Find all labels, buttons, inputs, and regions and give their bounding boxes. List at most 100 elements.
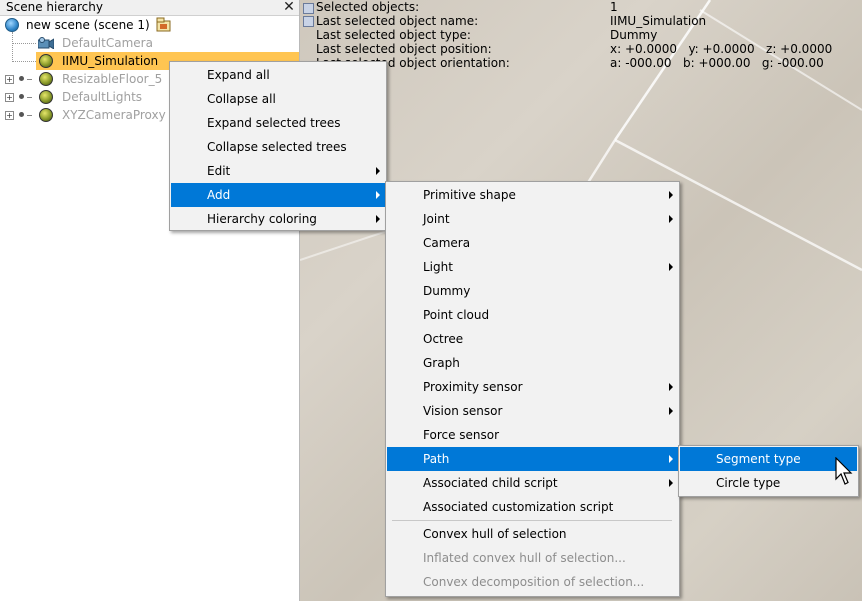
dummy-icon bbox=[39, 54, 53, 68]
menu-item-label: Graph bbox=[423, 356, 460, 370]
selection-info-overlay: Selected objects: 1 Last selected object… bbox=[300, 0, 862, 70]
menu-item-label: Hierarchy coloring bbox=[207, 212, 317, 226]
tree-item-label: DefaultCamera bbox=[62, 36, 153, 50]
menu-item-primitive-shape[interactable]: Primitive shape bbox=[387, 183, 678, 207]
menu-item-label: Collapse selected trees bbox=[207, 140, 347, 154]
menu-item-label: Octree bbox=[423, 332, 464, 346]
panel-header: Scene hierarchy ✕ bbox=[0, 0, 299, 16]
menu-item-hierarchy-coloring[interactable]: Hierarchy coloring bbox=[171, 207, 385, 231]
menu-item-add[interactable]: Add bbox=[171, 183, 385, 207]
menu-item-label: Dummy bbox=[423, 284, 471, 298]
submenu-arrow-icon bbox=[669, 455, 673, 463]
info-value: x: +0.0000 y: +0.0000 z: +0.0000 bbox=[610, 42, 833, 56]
menu-item-label: Inflated convex hull of selection... bbox=[423, 551, 626, 565]
tree-root-row[interactable]: new scene (scene 1) bbox=[0, 16, 299, 34]
tree-root-label: new scene (scene 1) bbox=[26, 18, 150, 32]
menu-item-point-cloud[interactable]: Point cloud bbox=[387, 303, 678, 327]
menu-item-edit[interactable]: Edit bbox=[171, 159, 385, 183]
menu-item-label: Edit bbox=[207, 164, 231, 178]
submenu-arrow-icon bbox=[669, 215, 673, 223]
menu-item-label: Point cloud bbox=[423, 308, 490, 322]
hierarchy-context-menu: Expand all Collapse all Expand selected … bbox=[169, 61, 387, 231]
menu-item-label: Associated child script bbox=[423, 476, 558, 490]
shape-icon bbox=[39, 72, 53, 86]
menu-item-label: Light bbox=[423, 260, 453, 274]
menu-item-label: Convex hull of selection bbox=[423, 527, 567, 541]
info-collapse-icon[interactable] bbox=[303, 3, 314, 14]
close-icon[interactable]: ✕ bbox=[282, 0, 296, 15]
shape-icon bbox=[39, 108, 53, 122]
menu-item-vision-sensor[interactable]: Vision sensor bbox=[387, 399, 678, 423]
menu-item-associated-child-script[interactable]: Associated child script bbox=[387, 471, 678, 495]
menu-separator bbox=[392, 520, 672, 521]
menu-item-force-sensor[interactable]: Force sensor bbox=[387, 423, 678, 447]
info-label: Last selected object type: bbox=[316, 28, 471, 42]
mouse-cursor-icon bbox=[835, 457, 853, 485]
menu-item-label: Camera bbox=[423, 236, 471, 250]
menu-item-label: Path bbox=[423, 452, 450, 466]
camera-icon bbox=[38, 37, 54, 49]
menu-item-path[interactable]: Path bbox=[387, 447, 678, 471]
menu-item-label: Associated customization script bbox=[423, 500, 614, 514]
menu-item-label: Add bbox=[207, 188, 231, 202]
submenu-arrow-icon bbox=[376, 191, 380, 199]
submenu-arrow-icon bbox=[669, 407, 673, 415]
submenu-arrow-icon bbox=[376, 167, 380, 175]
visibility-dot-icon bbox=[19, 94, 24, 99]
info-value: IIMU_Simulation bbox=[610, 14, 707, 28]
menu-item-proximity-sensor[interactable]: Proximity sensor bbox=[387, 375, 678, 399]
menu-item-label: Vision sensor bbox=[423, 404, 503, 418]
tree-item-label: IIMU_Simulation bbox=[62, 54, 159, 68]
menu-item-convex-hull[interactable]: Convex hull of selection bbox=[387, 522, 678, 546]
menu-item-octree[interactable]: Octree bbox=[387, 327, 678, 351]
globe-icon bbox=[5, 18, 19, 32]
menu-item-label: Circle type bbox=[716, 476, 781, 490]
menu-item-label: Expand selected trees bbox=[207, 116, 341, 130]
shape-icon bbox=[39, 90, 53, 104]
menu-item-inflated-convex-hull: Inflated convex hull of selection... bbox=[387, 546, 678, 570]
submenu-arrow-icon bbox=[669, 191, 673, 199]
info-label: Last selected object position: bbox=[316, 42, 492, 56]
menu-item-collapse-selected-trees[interactable]: Collapse selected trees bbox=[171, 135, 385, 159]
tree-connector bbox=[27, 97, 32, 98]
menu-item-circle-type[interactable]: Circle type bbox=[680, 471, 857, 495]
menu-item-expand-all[interactable]: Expand all bbox=[171, 63, 385, 87]
visibility-dot-icon bbox=[19, 76, 24, 81]
panel-title: Scene hierarchy bbox=[6, 0, 103, 14]
info-value: 1 bbox=[610, 0, 618, 14]
menu-item-camera[interactable]: Camera bbox=[387, 231, 678, 255]
menu-item-segment-type[interactable]: Segment type bbox=[680, 447, 857, 471]
menu-item-light[interactable]: Light bbox=[387, 255, 678, 279]
menu-item-label: Convex decomposition of selection... bbox=[423, 575, 645, 589]
submenu-arrow-icon bbox=[376, 215, 380, 223]
submenu-arrow-icon bbox=[669, 383, 673, 391]
menu-item-associated-customization-script[interactable]: Associated customization script bbox=[387, 495, 678, 519]
path-submenu: Segment type Circle type bbox=[678, 445, 859, 497]
menu-item-collapse-all[interactable]: Collapse all bbox=[171, 87, 385, 111]
tree-item-label: XYZCameraProxy bbox=[62, 108, 166, 122]
menu-item-label: Primitive shape bbox=[423, 188, 516, 202]
menu-item-joint[interactable]: Joint bbox=[387, 207, 678, 231]
tree-connector bbox=[27, 79, 32, 80]
menu-item-label: Proximity sensor bbox=[423, 380, 523, 394]
menu-item-label: Collapse all bbox=[207, 92, 276, 106]
menu-item-expand-selected-trees[interactable]: Expand selected trees bbox=[171, 111, 385, 135]
tree-connector bbox=[27, 115, 32, 116]
expand-icon[interactable]: + bbox=[5, 93, 14, 102]
menu-item-graph[interactable]: Graph bbox=[387, 351, 678, 375]
submenu-arrow-icon bbox=[669, 479, 673, 487]
menu-item-label: Joint bbox=[423, 212, 450, 226]
expand-icon[interactable]: + bbox=[5, 111, 14, 120]
submenu-arrow-icon bbox=[669, 263, 673, 271]
menu-item-label: Expand all bbox=[207, 68, 270, 82]
tree-item-label: DefaultLights bbox=[62, 90, 143, 104]
menu-item-dummy[interactable]: Dummy bbox=[387, 279, 678, 303]
menu-item-convex-decomposition: Convex decomposition of selection... bbox=[387, 570, 678, 594]
scene-settings-icon[interactable] bbox=[156, 17, 172, 32]
expand-icon[interactable]: + bbox=[5, 75, 14, 84]
info-value: Dummy bbox=[610, 28, 658, 42]
info-label: Selected objects: bbox=[316, 0, 420, 14]
info-toggle-icon[interactable] bbox=[303, 16, 314, 27]
tree-item-defaultcamera[interactable]: DefaultCamera bbox=[0, 34, 299, 52]
info-label: Last selected object name: bbox=[316, 14, 479, 28]
